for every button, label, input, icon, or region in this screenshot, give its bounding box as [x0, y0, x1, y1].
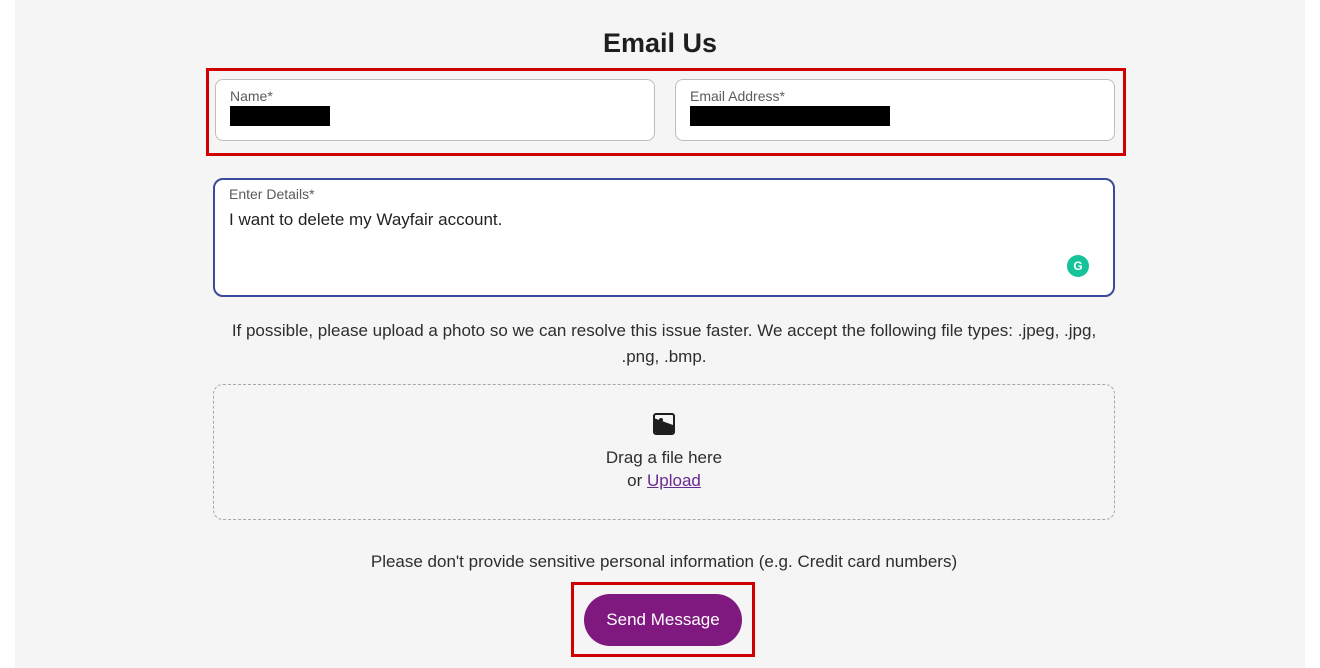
- upload-or-word: or: [627, 471, 647, 490]
- email-field[interactable]: Email Address*: [675, 79, 1115, 141]
- page-title: Email Us: [0, 0, 1320, 59]
- sensitive-info-note: Please don't provide sensitive personal …: [213, 552, 1115, 572]
- name-label: Name*: [230, 88, 640, 104]
- upload-or-line: or Upload: [627, 471, 701, 491]
- email-value-redacted: [690, 106, 890, 126]
- email-label: Email Address*: [690, 88, 1100, 104]
- details-value: I want to delete my Wayfair account.: [229, 208, 1099, 232]
- name-value-redacted: [230, 106, 330, 126]
- details-field[interactable]: Enter Details* I want to delete my Wayfa…: [213, 178, 1115, 297]
- name-email-row: Name* Email Address*: [215, 79, 1115, 141]
- upload-link[interactable]: Upload: [647, 471, 701, 490]
- image-icon: [653, 413, 675, 435]
- details-label: Enter Details*: [229, 186, 1099, 202]
- grammarly-icon[interactable]: G: [1067, 255, 1089, 277]
- send-message-button[interactable]: Send Message: [584, 594, 742, 646]
- upload-drag-text: Drag a file here: [606, 445, 722, 471]
- upload-hint-text: If possible, please upload a photo so we…: [213, 318, 1115, 371]
- name-field[interactable]: Name*: [215, 79, 655, 141]
- file-upload-dropzone[interactable]: Drag a file here or Upload: [213, 384, 1115, 520]
